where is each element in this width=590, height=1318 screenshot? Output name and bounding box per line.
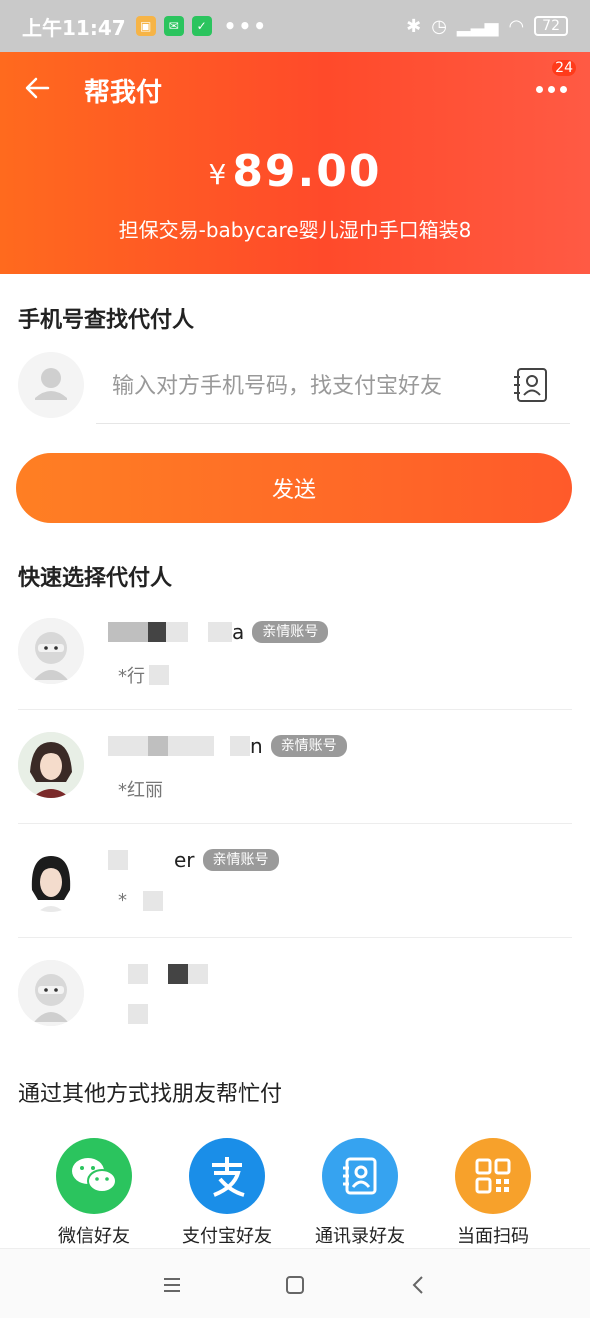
- back-nav-button[interactable]: [405, 1271, 433, 1299]
- alarm-icon: ◷: [431, 15, 447, 37]
- page-title: 帮我付: [84, 78, 163, 108]
- back-chevron-icon: [412, 1276, 423, 1294]
- contact-book-icon: [514, 368, 547, 402]
- payer-name: n 亲情账号: [108, 732, 347, 760]
- payer-item[interactable]: a 亲情账号 *行: [0, 596, 590, 710]
- share-contacts-button[interactable]: 通讯录好友: [300, 1138, 420, 1248]
- payer-avatar: [18, 732, 84, 798]
- payer-real-name: *: [118, 890, 163, 911]
- menu-nav-button[interactable]: [158, 1271, 186, 1299]
- payer-real-name: [118, 1004, 148, 1024]
- phone-number-input[interactable]: [96, 350, 570, 424]
- ninja-avatar-icon: [18, 960, 84, 1026]
- message-count-badge: 24: [552, 60, 576, 76]
- anime-character-avatar-icon: [18, 732, 84, 798]
- status-bar: 上午11:47 ▣ ✉ ✓ ••• ✱ ◷ ▂▃▅ ◠ 72: [0, 0, 590, 52]
- back-arrow-icon: [25, 77, 50, 99]
- home-nav-button[interactable]: [281, 1271, 309, 1299]
- scan-qrcode-button[interactable]: 当面扫码: [433, 1138, 553, 1248]
- payer-real-name: *行: [118, 662, 169, 688]
- bluetooth-icon: ✱: [406, 15, 422, 37]
- payer-name: a 亲情账号: [108, 618, 329, 646]
- photo-app-icon: ▣: [135, 16, 156, 36]
- qrcode-icon: [455, 1138, 531, 1214]
- family-account-tag: 亲情账号: [202, 849, 279, 871]
- scan-qrcode-label: 当面扫码: [457, 1226, 529, 1247]
- currency-symbol: ¥: [208, 158, 227, 191]
- ninja-avatar-icon: [18, 618, 84, 684]
- quick-select-title: 快速选择代付人: [18, 566, 173, 591]
- more-icon: [536, 86, 543, 93]
- person-icon: [35, 368, 67, 400]
- payer-item[interactable]: [0, 938, 590, 1052]
- payer-avatar: [18, 846, 84, 912]
- battery-indicator: 72: [534, 16, 568, 36]
- send-button[interactable]: 发送: [16, 453, 572, 523]
- wechat-icon: [56, 1138, 132, 1214]
- system-navigation-bar: [0, 1248, 590, 1318]
- payer-avatar: [18, 618, 84, 684]
- payer-real-name: *红丽: [118, 780, 163, 801]
- amount-value: 89.00: [232, 146, 382, 197]
- payer-name: er 亲情账号: [108, 846, 279, 874]
- payer-item[interactable]: n 亲情账号 *红丽: [0, 710, 590, 824]
- alipay-icon: [189, 1138, 265, 1214]
- payer-item[interactable]: er 亲情账号 *: [0, 824, 590, 938]
- home-square-icon: [286, 1276, 304, 1294]
- default-avatar: [18, 352, 84, 418]
- contacts-icon: [322, 1138, 398, 1214]
- payer-name: [108, 960, 208, 988]
- contact-book-button[interactable]: [512, 366, 550, 404]
- order-description: 担保交易-babycare婴儿湿巾手口箱装8: [118, 218, 472, 242]
- family-account-tag: 亲情账号: [270, 735, 347, 757]
- wifi-icon: ◠: [508, 15, 525, 37]
- phone-search-title: 手机号查找代付人: [18, 308, 195, 333]
- share-options: 微信好友 支付宝好友 通讯录好友 当面扫码: [0, 1138, 590, 1248]
- share-alipay-button[interactable]: 支付宝好友: [167, 1138, 287, 1248]
- payment-amount: ¥89.00: [0, 146, 590, 197]
- signal-icon: ▂▃▅: [456, 15, 499, 37]
- menu-icon: [164, 1278, 180, 1292]
- share-contacts-label: 通讯录好友: [315, 1226, 405, 1247]
- back-button[interactable]: [22, 72, 62, 108]
- girl-avatar-icon: [18, 846, 84, 912]
- more-options-button[interactable]: [532, 74, 572, 106]
- share-alipay-label: 支付宝好友: [182, 1226, 272, 1247]
- status-time: 上午11:47: [22, 15, 126, 40]
- family-account-tag: 亲情账号: [252, 621, 329, 643]
- shield-notification-icon: ✓: [191, 16, 212, 36]
- more-notifications-icon: •••: [223, 14, 269, 38]
- share-wechat-button[interactable]: 微信好友: [34, 1138, 154, 1248]
- other-ways-title: 通过其他方式找朋友帮忙付: [18, 1082, 283, 1107]
- wechat-notification-icon: ✉: [163, 16, 184, 36]
- share-wechat-label: 微信好友: [58, 1226, 130, 1247]
- payer-avatar: [18, 960, 84, 1026]
- payment-header: 帮我付 24 ¥89.00 担保交易-babycare婴儿湿巾手口箱装8: [0, 52, 590, 274]
